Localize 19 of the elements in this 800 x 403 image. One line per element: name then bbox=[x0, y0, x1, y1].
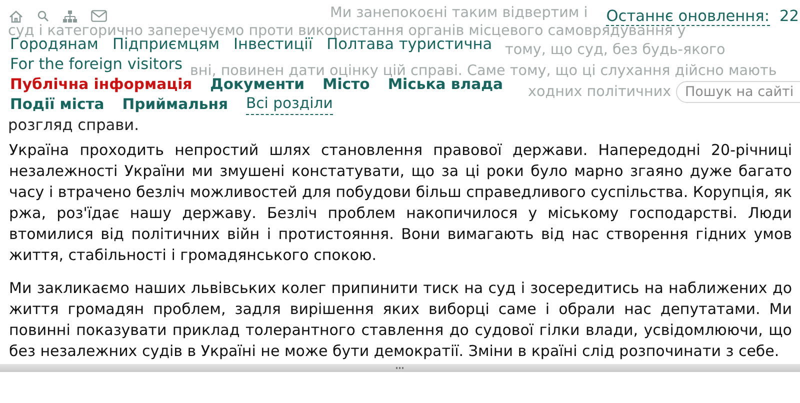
article-paragraph: Україна проходить непростий шлях становлення правової держави. Напередодні 20-річниці незалежності України ми змушені констатувати, що за ці роки було марно згаяно дуже багато часу і втрачено безліч можливостей для побудови більш справедливого суспільства. Корупція, як ржа, роз'їдає нашу державу. Безліч проблем накопичилося у міському господарстві. Люди втомилися від політичних війн і протистояння. Вони вимагають від нас створення гідних умов життя, стабільності і громадянського спокою. bbox=[9, 140, 792, 266]
sitemap-icon[interactable] bbox=[63, 10, 77, 22]
section-link[interactable]: Публічна інформація bbox=[10, 75, 192, 95]
background-text: ходних політичних bbox=[528, 83, 672, 102]
lead-text: розгляд справи. bbox=[7, 116, 139, 134]
search-icon[interactable] bbox=[37, 10, 49, 22]
section-link[interactable]: Події міста bbox=[10, 95, 104, 115]
nav-link[interactable]: For the foreign visitors bbox=[10, 54, 182, 74]
last-update-value: 22 bbox=[780, 7, 799, 25]
last-update-link[interactable]: Останнє оновлення: bbox=[606, 6, 770, 26]
all-sections-link[interactable]: Всі розділи bbox=[246, 95, 333, 115]
background-text: Ми занепокоєні таким відвертим і bbox=[330, 4, 588, 23]
mail-icon[interactable] bbox=[91, 10, 107, 22]
search-field[interactable]: Пошук на сайті bbox=[676, 81, 800, 103]
home-icon[interactable] bbox=[9, 10, 23, 22]
background-text: тому, що суд, без будь-якого bbox=[505, 41, 726, 60]
article-paragraph: Ми закликаємо наших львівських колег припинити тиск на суд і зосередитись на наближених до життя громадян проблем, задля вирішення яких виборці саме і обрали нас депутатами. Ми повинні показувати приклад толерантного ставлення до судової гілки влади, усвідомлюючи, що без незалежних судів в Україні не може бути демократії. Зміни в країні слід розпочинати з себе. bbox=[9, 278, 792, 362]
section-link[interactable]: Приймальня bbox=[122, 95, 228, 115]
grip-icon[interactable] bbox=[396, 366, 404, 370]
